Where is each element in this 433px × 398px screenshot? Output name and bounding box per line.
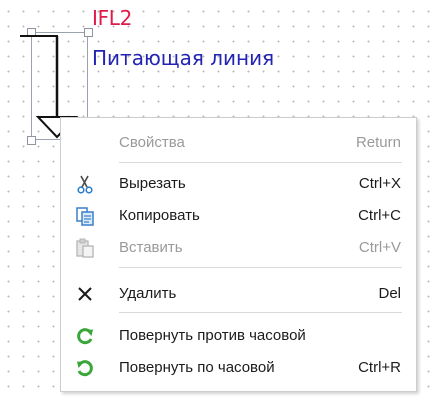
- paste-icon: [75, 238, 95, 258]
- menu-item-rotate-cw[interactable]: Повернуть по часовой Ctrl+R: [61, 354, 416, 382]
- diagram-canvas[interactable]: IFL2 Питающая линия Свойства Return Выре…: [0, 0, 433, 398]
- menu-item-label: Свойства: [119, 134, 185, 151]
- element-reference-label[interactable]: IFL2: [92, 7, 132, 29]
- menu-item-cut[interactable]: Вырезать Ctrl+X: [61, 170, 416, 198]
- rotate-cw-icon: [75, 358, 95, 378]
- menu-item-rotate-ccw[interactable]: Повернуть против часовой: [61, 322, 416, 350]
- element-name-label[interactable]: Питающая линия: [92, 46, 274, 70]
- menu-separator: [119, 312, 402, 313]
- context-menu: Свойства Return Вырезать Ctrl+X Копирова…: [60, 117, 417, 392]
- menu-item-label: Удалить: [119, 285, 177, 302]
- menu-item-label: Вставить: [119, 239, 183, 256]
- scissors-icon: [75, 174, 95, 194]
- menu-item-label: Вырезать: [119, 175, 186, 192]
- menu-item-copy[interactable]: Копировать Ctrl+C: [61, 202, 416, 230]
- rotate-ccw-icon: [75, 326, 95, 346]
- menu-separator: [119, 267, 402, 268]
- menu-item-shortcut: Del: [378, 285, 401, 302]
- menu-item-shortcut: Ctrl+X: [358, 175, 401, 192]
- menu-item-paste[interactable]: Вставить Ctrl+V: [61, 234, 416, 262]
- menu-item-properties[interactable]: Свойства Return: [61, 129, 416, 157]
- menu-separator: [119, 162, 402, 163]
- menu-item-shortcut: Ctrl+C: [358, 207, 401, 224]
- menu-item-delete[interactable]: Удалить Del: [61, 280, 416, 308]
- delete-x-icon: [75, 284, 95, 304]
- menu-item-shortcut: Ctrl+V: [358, 239, 401, 256]
- menu-item-label: Повернуть по часовой: [119, 359, 275, 376]
- menu-item-label: Копировать: [119, 207, 200, 224]
- menu-item-shortcut: Ctrl+R: [358, 359, 401, 376]
- copy-icon: [75, 206, 95, 226]
- menu-item-shortcut: Return: [355, 134, 401, 151]
- menu-item-label: Повернуть против часовой: [119, 327, 306, 344]
